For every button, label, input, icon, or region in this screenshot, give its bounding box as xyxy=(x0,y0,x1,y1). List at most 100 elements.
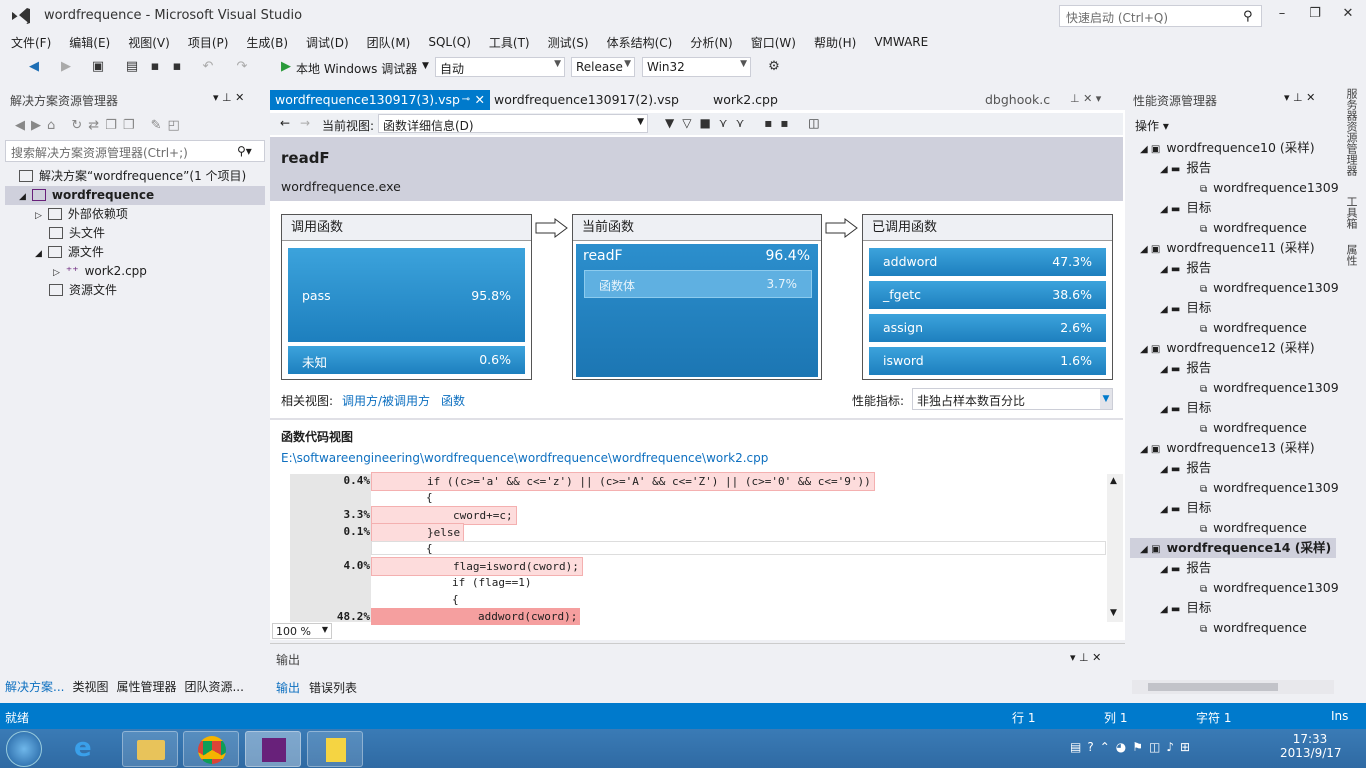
metric-select[interactable]: 非独占样本数百分比 ▼ xyxy=(912,388,1113,410)
perf-session[interactable]: ◢ ▣ wordfrequence13 (采样) xyxy=(1140,438,1315,458)
perf-target-item[interactable]: ⧉ wordfrequence xyxy=(1200,418,1307,438)
config-combo[interactable]: Release ▼ xyxy=(571,57,635,77)
tab-solution-explorer[interactable]: 解决方案... xyxy=(5,678,64,695)
tree-source-files[interactable]: ◢ 源文件 xyxy=(5,243,265,262)
link-caller-callee[interactable]: 调用方/被调用方 xyxy=(342,392,430,409)
code-view[interactable]: 0.4% if ((c>='a' && c<='z') || (c>='A' &&… xyxy=(272,472,1107,625)
perf-report-item[interactable]: ⧉ wordfrequence1309 xyxy=(1200,178,1339,198)
minimize-button[interactable]: – xyxy=(1271,6,1293,26)
start-debug-icon[interactable]: ▶ xyxy=(276,57,296,77)
menu-edit[interactable]: 编辑(E) xyxy=(69,34,110,51)
perf-target-item[interactable]: ⧉ wordfrequence xyxy=(1200,318,1307,338)
platform-combo[interactable]: Win32 ▼ xyxy=(642,57,751,77)
tab-error-list[interactable]: 错误列表 xyxy=(309,679,357,696)
tab-team-explorer[interactable]: 团队资源... xyxy=(184,678,243,695)
collapse-icon[interactable]: ◢ xyxy=(35,249,42,259)
explorer-taskbar-icon[interactable] xyxy=(122,731,178,767)
menu-architecture[interactable]: 体系结构(C) xyxy=(607,34,673,51)
perf-horizontal-scrollbar[interactable] xyxy=(1132,680,1334,694)
callee-assign[interactable]: assign 2.6% xyxy=(869,314,1106,342)
maximize-button[interactable]: ❐ xyxy=(1304,6,1326,26)
menu-sql[interactable]: SQL(Q) xyxy=(428,35,471,49)
solution-config-combo[interactable]: 自动 ▼ xyxy=(435,57,565,77)
function-body[interactable]: 函数体 3.7% xyxy=(584,270,812,298)
close-window-button[interactable]: ✕ xyxy=(1337,6,1359,26)
solution-search-input[interactable]: 搜索解决方案资源管理器(Ctrl+;) xyxy=(5,140,265,162)
notes-taskbar-icon[interactable] xyxy=(307,731,363,767)
tab-property-manager[interactable]: 属性管理器 xyxy=(116,678,176,695)
solution-toolbar-icons[interactable]: ◀▶⌂ ↻⇄❐❐ ✎◰ xyxy=(15,118,186,133)
perf-session[interactable]: ◢ ▣ wordfrequence10 (采样) xyxy=(1140,138,1315,158)
tree-work2-cpp[interactable]: ▷ ⁺⁺ work2.cpp xyxy=(5,262,265,281)
menu-file[interactable]: 文件(F) xyxy=(11,34,51,51)
perf-group[interactable]: ◢ ▬ 目标 xyxy=(1160,498,1211,518)
ie-icon[interactable]: e xyxy=(74,733,92,763)
menu-test[interactable]: 测试(S) xyxy=(548,34,589,51)
perf-panel-controls[interactable]: ▾ ⊥ ✕ xyxy=(1284,91,1315,104)
scroll-up-icon[interactable]: ▲ xyxy=(1110,476,1117,486)
perf-session[interactable]: ◢ ▣ wordfrequence14 (采样) xyxy=(1130,538,1336,558)
perf-group[interactable]: ◢ ▬ 报告 xyxy=(1160,258,1211,278)
tray-icons[interactable]: ▤?⌃◕⚑◫♪⊞ xyxy=(1070,740,1196,754)
collapse-icon[interactable]: ◢ xyxy=(19,192,26,202)
current-function[interactable]: readF 96.4% 函数体 3.7% xyxy=(576,244,818,377)
undo-icon[interactable]: ↶ xyxy=(198,57,218,77)
new-project-icon[interactable]: ▣ xyxy=(88,57,108,77)
menu-vmware[interactable]: VMWARE xyxy=(874,35,928,49)
perf-report-item[interactable]: ⧉ wordfrequence1309 xyxy=(1200,278,1339,298)
caller-pass[interactable]: pass 95.8% xyxy=(288,248,525,342)
perf-report-item[interactable]: ⧉ wordfrequence1309 xyxy=(1200,578,1339,598)
output-panel-controls[interactable]: ▾ ⊥ ✕ xyxy=(1070,651,1101,664)
menu-project[interactable]: 项目(P) xyxy=(188,34,229,51)
perf-group[interactable]: ◢ ▬ 目标 xyxy=(1160,198,1211,218)
back-icon[interactable]: ◀ xyxy=(24,57,44,77)
code-vertical-scrollbar[interactable]: ▲ ▼ xyxy=(1107,474,1123,622)
menu-build[interactable]: 生成(B) xyxy=(246,34,288,51)
tab-controls-icons[interactable]: ⊥ ✕ ▾ xyxy=(1070,92,1101,105)
perf-group[interactable]: ◢ ▬ 目标 xyxy=(1160,298,1211,318)
menu-team[interactable]: 团队(M) xyxy=(367,34,411,51)
menu-help[interactable]: 帮助(H) xyxy=(814,34,856,51)
report-toolbar-icons[interactable]: ▼▽■⋎⋎ ▪▪ ◫ xyxy=(665,116,828,130)
perf-target-item[interactable]: ⧉ wordfrequence xyxy=(1200,218,1307,238)
callee-isword[interactable]: isword 1.6% xyxy=(869,347,1106,375)
caller-unknown[interactable]: 未知 0.6% xyxy=(288,346,525,374)
clock[interactable]: 17:33 2013/9/17 xyxy=(1280,732,1342,760)
nav-back-icon[interactable]: ← xyxy=(280,116,290,130)
perf-report-item[interactable]: ⧉ wordfrequence1309 xyxy=(1200,378,1339,398)
tab-output[interactable]: 输出 xyxy=(276,679,300,696)
menu-tools[interactable]: 工具(T) xyxy=(489,34,530,51)
perf-session[interactable]: ◢ ▣ wordfrequence12 (采样) xyxy=(1140,338,1315,358)
debug-target-label[interactable]: 本地 Windows 调试器 xyxy=(296,60,417,77)
zoom-combo[interactable]: 100 % ▼ xyxy=(272,623,332,639)
tab-work2-cpp[interactable]: work2.cpp xyxy=(708,90,778,110)
close-icon[interactable]: ✕ xyxy=(475,90,485,110)
tree-project[interactable]: ◢ wordfrequence xyxy=(5,186,265,205)
perf-group[interactable]: ◢ ▬ 报告 xyxy=(1160,158,1211,178)
tree-resource-files[interactable]: 资源文件 xyxy=(5,281,265,300)
source-path-link[interactable]: E:\softwareengineering\wordfrequence\wor… xyxy=(281,451,768,465)
callee-addword[interactable]: addword 47.3% xyxy=(869,248,1106,276)
start-button[interactable] xyxy=(6,731,42,767)
tab-vsp3[interactable]: wordfrequence130917(3).vsp ⊸ ✕ xyxy=(270,90,490,110)
visual-studio-taskbar-icon[interactable] xyxy=(245,731,301,767)
view-select[interactable]: 函数详细信息(D) ▼ xyxy=(378,114,648,133)
perf-target-item[interactable]: ⧉ wordfrequence xyxy=(1200,518,1307,538)
perf-group[interactable]: ◢ ▬ 报告 xyxy=(1160,458,1211,478)
perf-report-item[interactable]: ⧉ wordfrequence1309 xyxy=(1200,478,1339,498)
quick-launch-input[interactable]: 快速启动 (Ctrl+Q) xyxy=(1059,5,1262,27)
side-tab-server-explorer[interactable]: 服务器资源管理器 xyxy=(1341,88,1359,176)
redo-icon[interactable]: ↷ xyxy=(232,57,252,77)
pin-icon[interactable]: ▾ ⊥ ✕ xyxy=(213,91,244,104)
tree-external-deps[interactable]: ▷ 外部依赖项 xyxy=(5,205,265,224)
perf-ops-menu[interactable]: 操作 ▾ xyxy=(1135,117,1169,134)
tab-class-view[interactable]: 类视图 xyxy=(72,678,108,695)
menu-window[interactable]: 窗口(W) xyxy=(751,34,796,51)
link-functions[interactable]: 函数 xyxy=(441,392,465,409)
menu-analyze[interactable]: 分析(N) xyxy=(690,34,732,51)
pin-icon[interactable]: ⊸ xyxy=(462,90,470,110)
perf-group[interactable]: ◢ ▬ 报告 xyxy=(1160,358,1211,378)
tree-header-files[interactable]: 头文件 xyxy=(5,224,265,243)
menu-view[interactable]: 视图(V) xyxy=(128,34,170,51)
tab-dbghook[interactable]: dbghook.c xyxy=(980,90,1050,110)
